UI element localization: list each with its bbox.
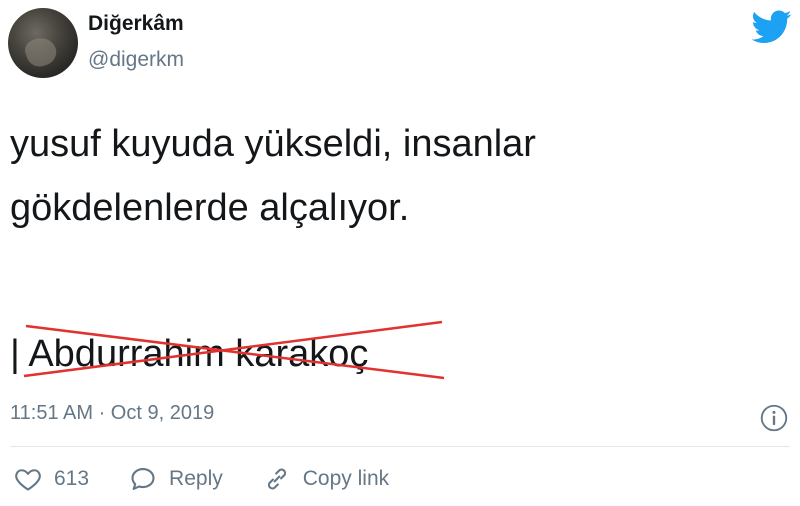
copy-link-label: Copy link bbox=[302, 467, 390, 490]
tweet-text-line-2: gökdelenlerde alçalıyor. bbox=[10, 187, 410, 229]
author-handle[interactable]: @digerkm bbox=[88, 48, 184, 72]
info-icon[interactable] bbox=[760, 404, 788, 432]
link-icon bbox=[267, 468, 286, 490]
like-button[interactable]: 613 bbox=[14, 465, 89, 493]
tweet-card: Diğerkâm @digerkm yusuf kuyuda yükseldi,… bbox=[0, 0, 800, 506]
heart-icon bbox=[15, 469, 41, 491]
tweet-timestamp[interactable]: 11:51 AM · Oct 9, 2019 bbox=[10, 402, 214, 425]
avatar[interactable] bbox=[8, 8, 78, 78]
twitter-bird-icon[interactable] bbox=[752, 10, 792, 44]
tweet-actions: 613 Reply Copy link bbox=[14, 462, 429, 496]
reply-button[interactable]: Reply bbox=[129, 465, 223, 493]
copy-link-button[interactable]: Copy link bbox=[263, 465, 389, 493]
reply-label: Reply bbox=[169, 467, 223, 490]
tweet-text: yusuf kuyuda yükseldi, insanlar gökdelen… bbox=[10, 112, 790, 240]
tweet-text-line-1: yusuf kuyuda yükseldi, insanlar bbox=[10, 123, 536, 165]
divider bbox=[10, 446, 790, 447]
strikethrough-cross-mark bbox=[23, 320, 445, 380]
author-display-name[interactable]: Diğerkâm bbox=[88, 12, 184, 36]
reply-bubble-icon bbox=[131, 468, 155, 490]
like-count: 613 bbox=[54, 467, 90, 490]
